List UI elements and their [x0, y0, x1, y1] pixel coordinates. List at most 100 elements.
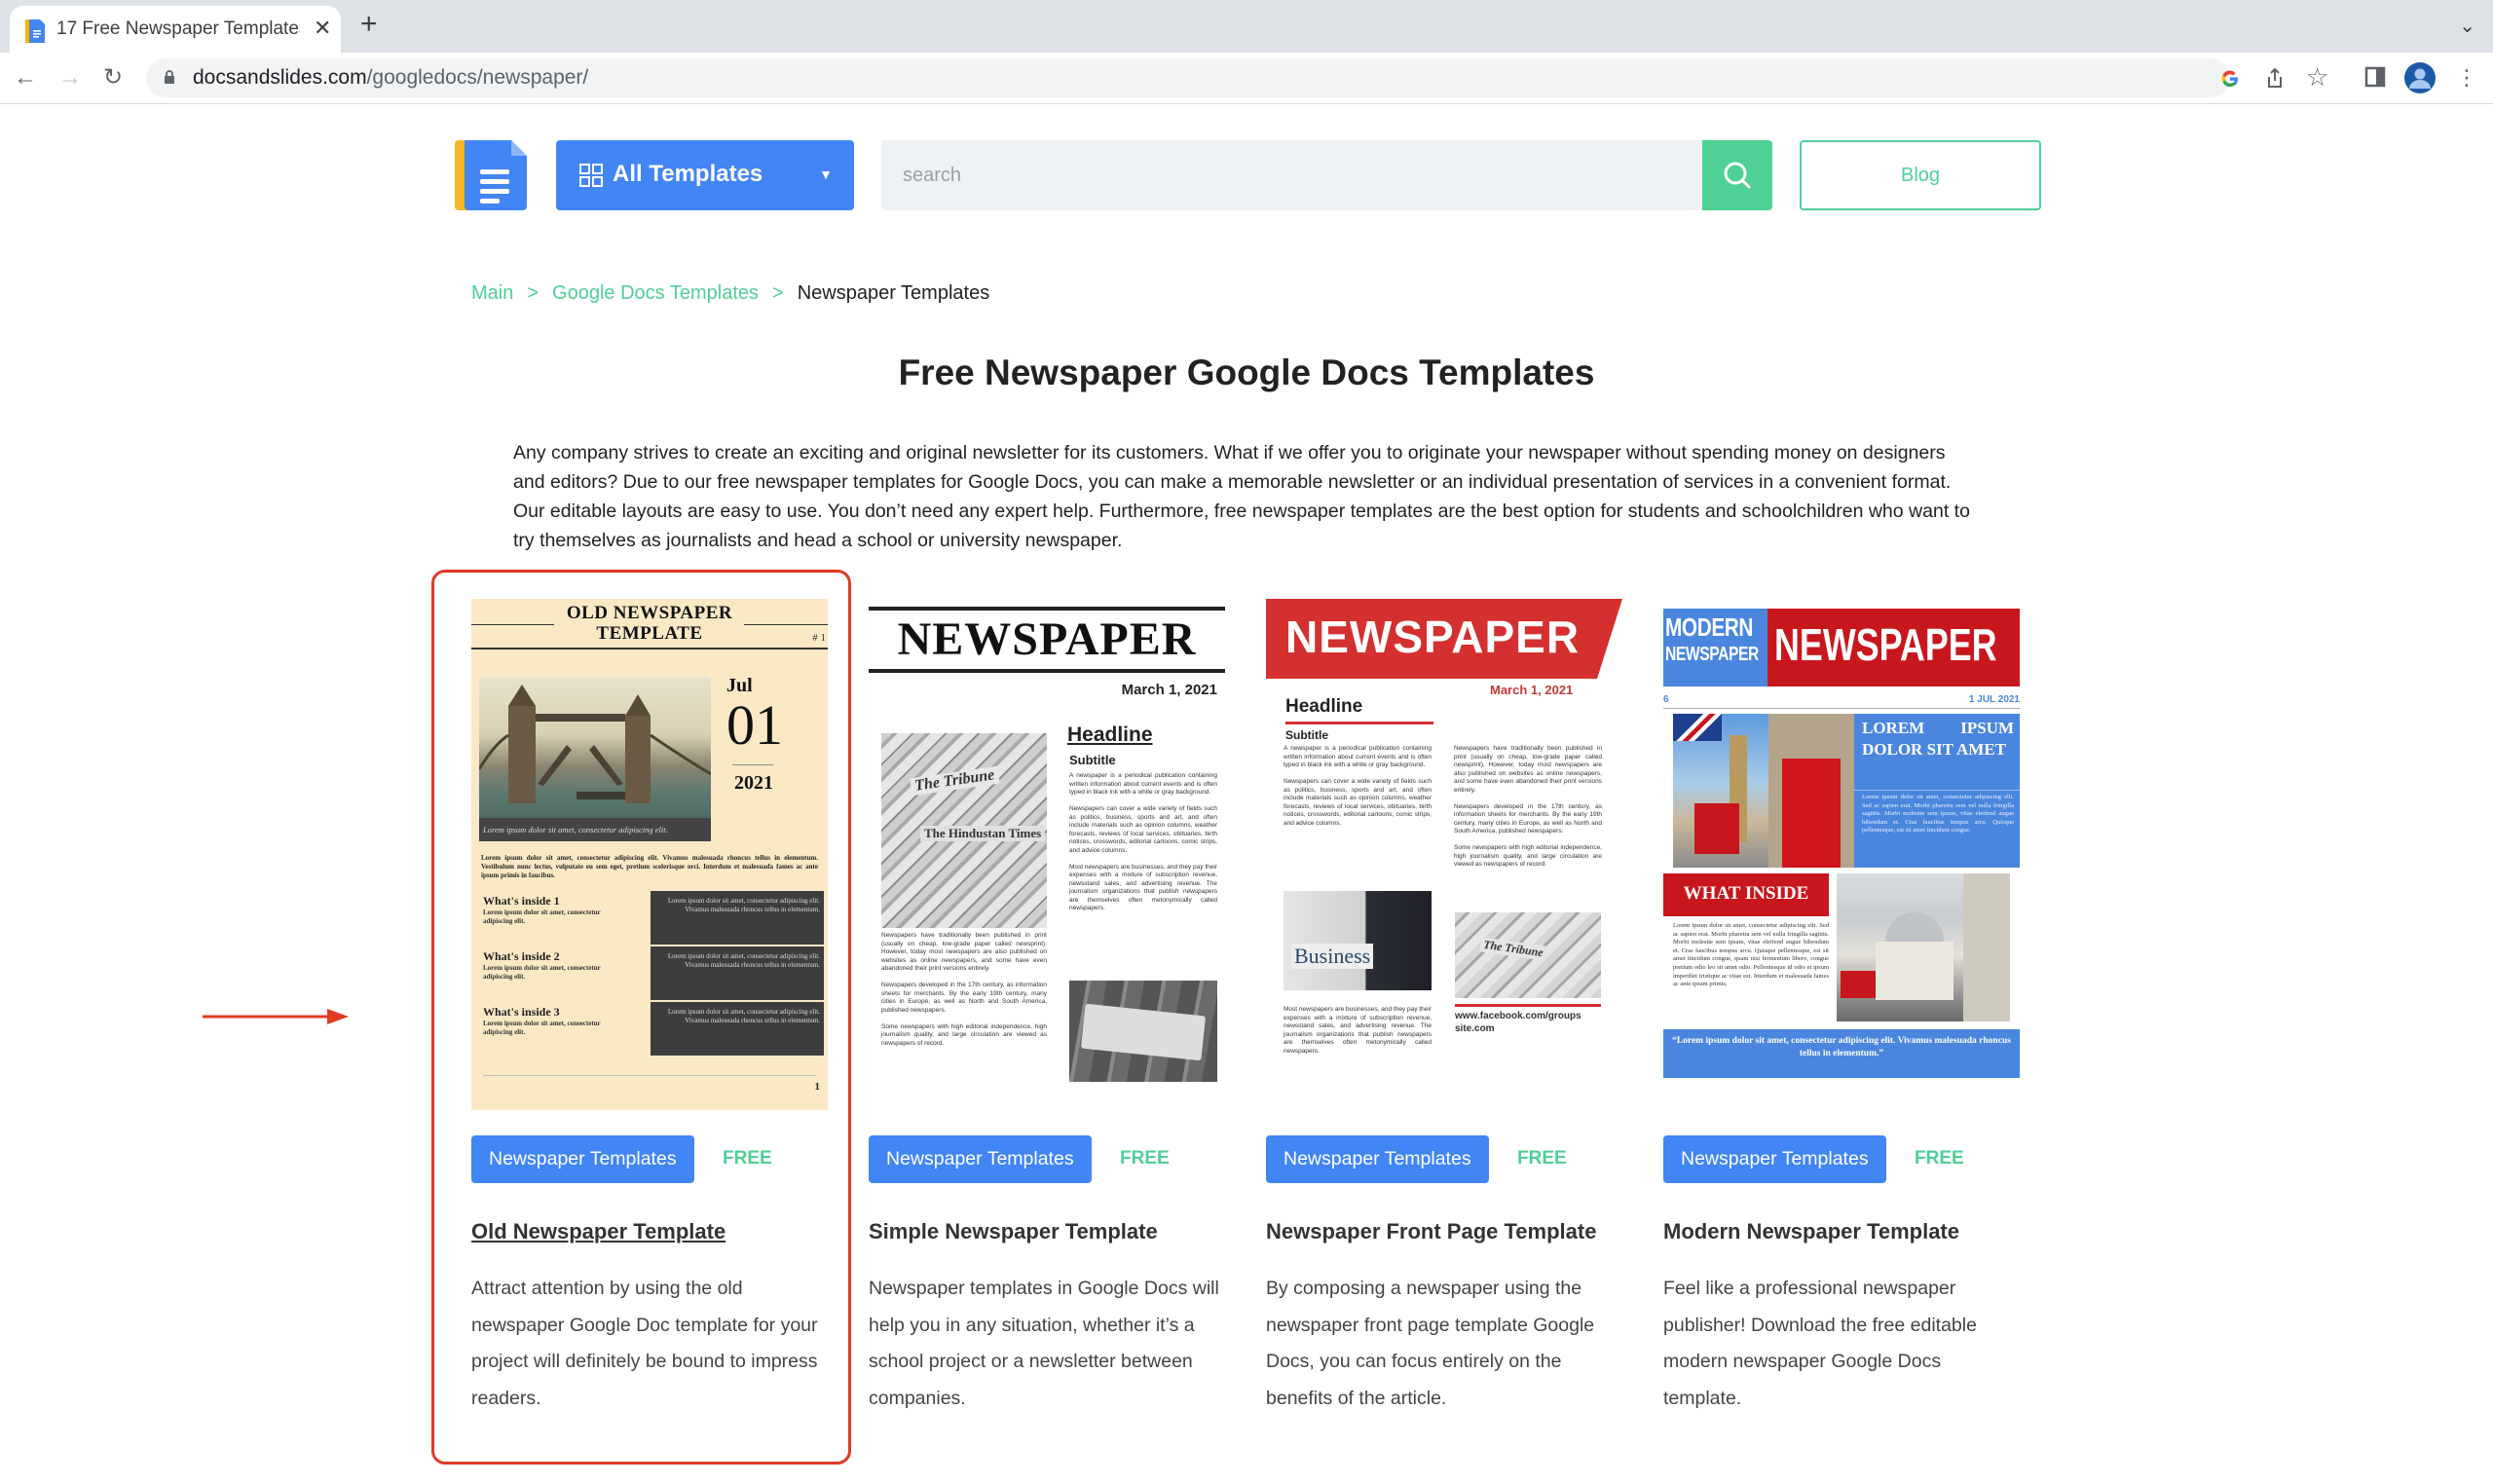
all-templates-dropdown[interactable]: All Templates ▼: [556, 140, 854, 210]
card-description: By composing a newspaper using the newsp…: [1266, 1278, 1595, 1409]
thumb-paragraph: A newspaper is a periodical publication …: [1069, 772, 1217, 796]
thumb-masthead-line2: TEMPLATE: [596, 623, 703, 644]
thumb-quote: “Lorem ipsum dolor sit amet, consectetur…: [1672, 1036, 2011, 1058]
thumb-paragraph: Newspapers can cover a wide variety of f…: [1069, 805, 1217, 854]
card-title-link[interactable]: Newspaper Front Page Template: [1266, 1219, 1596, 1244]
thumb-issue: # 1: [812, 632, 826, 644]
thumb-section-box: Lorem ipsum dolor sit amet, consectetur …: [651, 891, 824, 945]
url-text: docsandslides.com/googledocs/newspaper/: [193, 66, 588, 90]
template-thumbnail[interactable]: MODERN NEWSPAPER NEWSPAPER 6 1 JUL 2021 …: [1663, 599, 2020, 1110]
thumb-paragraph: Newspapers can cover a wide variety of f…: [1284, 778, 1432, 827]
url-bar[interactable]: docsandslides.com/googledocs/newspaper/ …: [146, 58, 2328, 97]
breadcrumb-separator: >: [772, 282, 784, 304]
thumb-subtitle: Subtitle: [1285, 728, 1328, 742]
grid-icon: [579, 164, 603, 187]
thumb-year: 2021: [734, 772, 773, 794]
reload-icon[interactable]: ↻: [103, 64, 123, 92]
template-card-old-newspaper: OLD NEWSPAPER TEMPLATE # 1 Lorem ipsum d…: [471, 599, 828, 1409]
side-panel-icon[interactable]: [2364, 66, 2386, 88]
thumb-headline: Headline: [1285, 696, 1363, 717]
price-badge: FREE: [1517, 1148, 1567, 1169]
share-icon[interactable]: [2265, 67, 2285, 89]
thumb-section-box: Lorem ipsum dolor sit amet, consectetur …: [651, 1002, 824, 1056]
thumb-photo-caption: Lorem ipsum dolor sit amet, consectetur …: [479, 818, 711, 841]
blog-button[interactable]: Blog: [1800, 140, 2041, 210]
thumb-paragraph: Some newspapers with high editorial inde…: [1454, 844, 1602, 868]
thumb-date: 1 JUL 2021: [1968, 694, 2020, 705]
template-thumbnail[interactable]: NEWSPAPER March 1, 2021 Headline Subtitl…: [1266, 599, 1622, 1110]
thumb-paragraph: Most newspapers are businesses, and they…: [1069, 863, 1217, 912]
thumb-headline: Headline: [1067, 723, 1153, 746]
thumb-section-heading: What's inside 1: [483, 894, 560, 908]
folded-newspaper-photo: [1069, 981, 1217, 1082]
back-icon[interactable]: ←: [14, 64, 37, 92]
caret-down-icon: ▼: [819, 167, 833, 182]
forward-icon[interactable]: →: [58, 64, 82, 92]
tab-search-chevron-icon[interactable]: ⌄: [2459, 14, 2475, 38]
tab-close-icon[interactable]: ✕: [314, 16, 331, 41]
google-docs-favicon-icon: [25, 19, 45, 43]
price-badge: FREE: [723, 1148, 772, 1169]
template-thumbnail[interactable]: NEWSPAPER March 1, 2021 The Tribune The …: [869, 599, 1225, 1110]
card-description: Newspaper templates in Google Docs will …: [869, 1278, 1219, 1409]
browser-tab[interactable]: 17 Free Newspaper Templates | ✕: [10, 6, 341, 53]
price-badge: FREE: [1120, 1148, 1170, 1169]
search-input[interactable]: [881, 140, 1703, 210]
chrome-menu-icon[interactable]: ⋮: [2456, 64, 2477, 92]
url-domain: docsandslides.com: [193, 66, 367, 89]
london-phonebox-photo: [1673, 714, 1854, 868]
business-photo: Business: [1284, 891, 1432, 990]
thumb-issue: 6: [1663, 694, 1669, 705]
tab-title: 17 Free Newspaper Templates |: [56, 19, 300, 39]
thumb-section-text: Lorem ipsum dolor sit amet, consectetur …: [1673, 922, 1829, 988]
thumb-masthead-line1: OLD NEWSPAPER: [566, 603, 733, 623]
google-icon[interactable]: [2220, 69, 2240, 89]
url-path: /googledocs/newspaper/: [366, 66, 589, 89]
template-card-modern-newspaper: MODERN NEWSPAPER NEWSPAPER 6 1 JUL 2021 …: [1663, 599, 2020, 1409]
thumb-section-title: WHAT INSIDE: [1683, 883, 1809, 904]
all-templates-label: All Templates: [613, 161, 763, 187]
thumb-feature-text: Lorem ipsum dolor sit amet, consectetur …: [1862, 794, 2014, 834]
star-icon[interactable]: ☆: [2306, 62, 2328, 93]
breadcrumb: Main > Google Docs Templates > Newspaper Tem…: [471, 282, 989, 305]
thumb-footer-link: www.facebook.com/groups: [1455, 1011, 1581, 1021]
page-title: Free Newspaper Google Docs Templates: [898, 352, 1595, 392]
thumb-date: March 1, 2021: [1121, 682, 1217, 698]
thumb-section-text: Lorem ipsum dolor sit amet, consectetur …: [483, 964, 601, 981]
card-title-link[interactable]: Simple Newspaper Template: [869, 1219, 1158, 1244]
template-card-front-page: NEWSPAPER March 1, 2021 Headline Subtitl…: [1266, 599, 1622, 1409]
thumb-masthead: NEWSPAPER: [897, 613, 1197, 665]
thumb-section-box: Lorem ipsum dolor sit amet, consectetur …: [651, 946, 824, 1000]
category-tag-button[interactable]: Newspaper Templates: [1266, 1135, 1489, 1183]
card-title-link[interactable]: Old Newspaper Template: [471, 1219, 726, 1244]
lock-icon: [165, 70, 174, 84]
thumb-paragraph: A newspaper is a periodical publication …: [1284, 745, 1432, 768]
thumb-date: March 1, 2021: [1490, 683, 1574, 697]
thumb-section-text: Lorem ipsum dolor sit amet, consectetur …: [483, 1020, 601, 1036]
thumb-paragraph: Newspapers developed in the 17th century…: [1454, 802, 1602, 835]
category-tag-button[interactable]: Newspaper Templates: [869, 1135, 1092, 1183]
thumb-masthead: NEWSPAPER: [1285, 612, 1581, 662]
thumb-body: Lorem ipsum dolor sit amet, consectetur …: [481, 854, 818, 879]
thumb-paragraph: Newspapers have traditionally been publi…: [1454, 745, 1602, 794]
st-pauls-photo: [1837, 873, 2010, 1021]
thumb-feature-title: LOREM IPSUM DOLOR SIT AMET: [1862, 719, 2014, 759]
price-badge: FREE: [1915, 1148, 1964, 1169]
category-tag-button[interactable]: Newspaper Templates: [1663, 1135, 1886, 1183]
thumb-paragraph: Newspapers developed in the 17th century…: [881, 982, 1047, 1014]
card-title-link[interactable]: Modern Newspaper Template: [1663, 1219, 1959, 1244]
thumb-side-line1: MODERN: [1665, 612, 1754, 642]
new-tab-icon[interactable]: +: [360, 10, 378, 39]
thumb-paragraph: Some newspapers with high editorial inde…: [881, 1022, 1047, 1047]
profile-avatar-icon[interactable]: [2404, 62, 2436, 93]
breadcrumb-main[interactable]: Main: [471, 282, 513, 304]
thumb-section-heading: What's inside 3: [483, 1005, 560, 1019]
category-tag-button[interactable]: Newspaper Templates: [471, 1135, 694, 1183]
thumb-masthead: NEWSPAPER: [1774, 619, 1997, 670]
breadcrumb-google-docs-templates[interactable]: Google Docs Templates: [552, 282, 759, 304]
template-thumbnail[interactable]: OLD NEWSPAPER TEMPLATE # 1 Lorem ipsum d…: [471, 599, 828, 1110]
thumb-side-line2: NEWSPAPER: [1665, 644, 1759, 665]
thumb-page-number: 1: [814, 1081, 821, 1093]
site-logo[interactable]: [455, 140, 527, 210]
search-button[interactable]: [1702, 140, 1772, 210]
